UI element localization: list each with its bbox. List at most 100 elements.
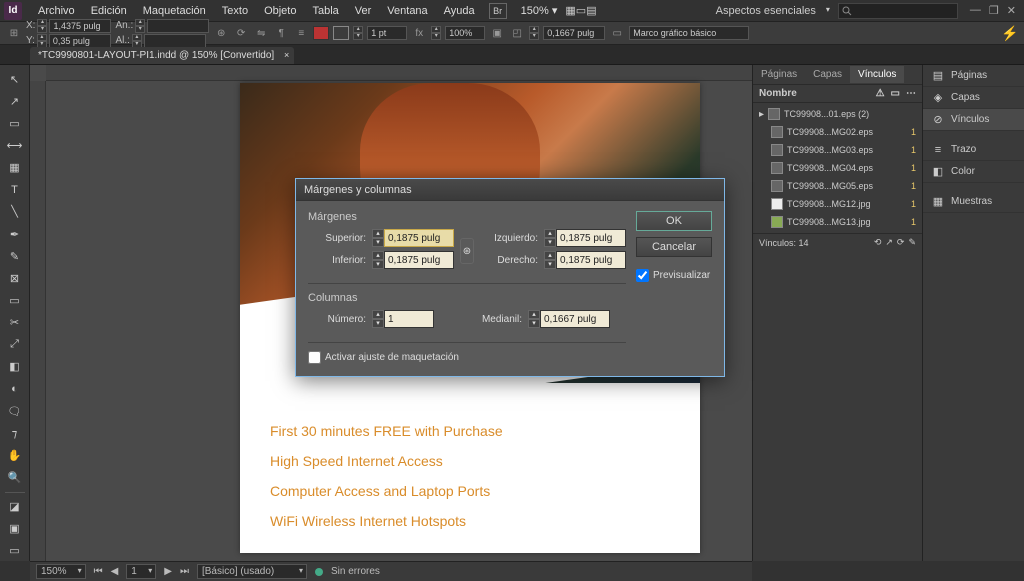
link-row[interactable]: TC99908...MG04.eps1 — [753, 159, 922, 177]
maximize-icon[interactable]: ❐ — [989, 4, 999, 17]
stroke-weight-field[interactable]: 1 pt — [367, 26, 407, 40]
fx-icon[interactable]: fx — [411, 25, 427, 41]
link-row[interactable]: TC99908...MG05.eps1 — [753, 177, 922, 195]
direct-selection-tool-icon[interactable]: ↗ — [3, 91, 27, 111]
page-tool-icon[interactable]: ▭ — [3, 113, 27, 133]
link-row[interactable]: ▸TC99908...01.eps (2) — [753, 105, 922, 123]
document-tab[interactable]: *TC9990801-LAYOUT-PI1.indd @ 150% [Conve… — [30, 47, 294, 64]
gradient-feather-tool-icon[interactable]: ◐ — [3, 379, 27, 399]
rotate-icon[interactable]: ⟳ — [233, 25, 249, 41]
top-margin-field[interactable]: 0,1875 pulg — [384, 229, 454, 247]
menu-ver[interactable]: Ver — [347, 1, 380, 21]
panel-capas[interactable]: ◈Capas — [923, 87, 1024, 109]
minimize-icon[interactable]: — — [970, 4, 981, 17]
search-input[interactable] — [838, 3, 958, 19]
note-tool-icon[interactable]: 🗨 — [3, 401, 27, 421]
gutter-field[interactable]: 0,1667 pulg — [540, 310, 610, 328]
panel-paginas[interactable]: ▤Páginas — [923, 65, 1024, 87]
panel-muestras[interactable]: ▦Muestras — [923, 191, 1024, 213]
number-field[interactable]: 1 — [384, 310, 434, 328]
pen-tool-icon[interactable]: ✒ — [3, 224, 27, 244]
h-field[interactable] — [144, 34, 206, 48]
align-icon[interactable]: ≡ — [293, 25, 309, 41]
relink-icon[interactable]: ⟲ — [874, 237, 882, 248]
panel-tab-capas[interactable]: Capas — [805, 66, 850, 83]
close-tab-icon[interactable]: × — [284, 50, 289, 60]
next-page-icon[interactable]: ▶ — [164, 566, 172, 577]
gradient-swatch-tool-icon[interactable]: ◧ — [3, 357, 27, 377]
flip-h-icon[interactable]: ⇋ — [253, 25, 269, 41]
corner-radius-field[interactable]: 0,1667 pulg — [543, 26, 605, 40]
rectangle-tool-icon[interactable]: ▭ — [3, 290, 27, 310]
panel-color[interactable]: ◧Color — [923, 161, 1024, 183]
menu-ayuda[interactable]: Ayuda — [436, 1, 483, 21]
panel-tab-paginas[interactable]: Páginas — [753, 66, 805, 83]
menu-objeto[interactable]: Objeto — [256, 1, 304, 21]
view-mode-icon[interactable]: ▦ — [565, 4, 575, 17]
pencil-tool-icon[interactable]: ✎ — [3, 246, 27, 266]
close-icon[interactable]: ✕ — [1007, 4, 1016, 17]
line-tool-icon[interactable]: ╲ — [3, 202, 27, 222]
gap-tool-icon[interactable]: ⟷ — [3, 135, 27, 155]
panel-tab-vinculos[interactable]: Vínculos — [850, 66, 904, 83]
content-collector-tool-icon[interactable]: ▦ — [3, 158, 27, 178]
status-style[interactable]: [Básico] (usado) — [197, 564, 307, 579]
bottom-margin-field[interactable]: 0,1875 pulg — [384, 251, 454, 269]
menu-ventana[interactable]: Ventana — [379, 1, 435, 21]
corner-icon[interactable]: ◰ — [509, 25, 525, 41]
quick-apply-icon[interactable]: ⚡ — [1002, 25, 1018, 41]
menu-tabla[interactable]: Tabla — [304, 1, 346, 21]
w-field[interactable] — [147, 19, 209, 33]
last-page-icon[interactable]: ⏭ — [180, 566, 189, 577]
menu-archivo[interactable]: Archivo — [30, 1, 83, 21]
update-link-icon[interactable]: ⟳ — [897, 237, 905, 248]
edit-original-icon[interactable]: ✎ — [908, 237, 916, 248]
first-page-icon[interactable]: ⏮ — [94, 566, 103, 577]
panel-vinculos[interactable]: ⊘Vínculos — [923, 109, 1024, 131]
arrange-icon[interactable]: ▤ — [586, 4, 596, 17]
link-row[interactable]: TC99908...MG03.eps1 — [753, 141, 922, 159]
type-tool-icon[interactable]: T — [3, 180, 27, 200]
reference-point-icon[interactable]: ⊞ — [6, 25, 22, 41]
fill-swatch-icon[interactable] — [313, 26, 329, 40]
x-up[interactable]: ▴ — [37, 19, 47, 26]
workspace-switcher[interactable]: Aspectos esenciales — [710, 3, 832, 19]
stroke-swatch-icon[interactable] — [333, 26, 349, 40]
preview-checkbox[interactable]: Previsualizar — [636, 269, 712, 282]
frame-fit-icon[interactable]: ▭ — [609, 25, 625, 41]
screen-mode-icon[interactable]: ▭ — [576, 4, 586, 17]
wrap-icon[interactable]: ▣ — [489, 25, 505, 41]
eyedropper-tool-icon[interactable]: ⁊ — [3, 423, 27, 443]
hand-tool-icon[interactable]: ✋ — [3, 445, 27, 465]
constrain-icon[interactable]: ⊛ — [213, 25, 229, 41]
x-down[interactable]: ▾ — [37, 26, 47, 33]
ok-button[interactable]: OK — [636, 211, 712, 231]
prev-page-icon[interactable]: ◀ — [111, 566, 119, 577]
link-margins-icon[interactable]: ⊛ — [460, 238, 474, 264]
zoom-tool-icon[interactable]: 🔍 — [3, 468, 27, 488]
apply-color-icon[interactable]: ▣ — [3, 519, 27, 539]
selection-tool-icon[interactable]: ↖ — [3, 69, 27, 89]
view-mode-normal-icon[interactable]: ▭ — [3, 541, 27, 561]
link-row[interactable]: TC99908...MG02.eps1 — [753, 123, 922, 141]
bridge-icon[interactable]: Br — [489, 3, 507, 19]
cancel-button[interactable]: Cancelar — [636, 237, 712, 257]
menu-maquetacion[interactable]: Maquetación — [135, 1, 214, 21]
opacity-field[interactable]: 100% — [445, 26, 485, 40]
link-row[interactable]: TC99908...MG13.jpg1 — [753, 213, 922, 231]
enable-layout-adjust-checkbox[interactable]: Activar ajuste de maquetación — [308, 351, 626, 364]
links-header[interactable]: Nombre ⚠▭⋯ — [753, 85, 922, 103]
right-margin-field[interactable]: 0,1875 pulg — [556, 251, 626, 269]
menu-edicion[interactable]: Edición — [83, 1, 135, 21]
fill-stroke-icon[interactable]: ◪ — [3, 497, 27, 517]
goto-link-icon[interactable]: ↗ — [885, 237, 893, 248]
link-row[interactable]: TC99908...MG12.jpg1 — [753, 195, 922, 213]
panel-trazo[interactable]: ≡Trazo — [923, 139, 1024, 161]
y-field[interactable]: 0,35 pulg — [49, 34, 111, 48]
zoom-display[interactable]: 150% ▾ — [521, 4, 558, 17]
x-field[interactable]: 1,4375 pulg — [49, 19, 111, 33]
object-style-field[interactable]: Marco gráfico básico — [629, 26, 749, 40]
rectangle-frame-tool-icon[interactable]: ⊠ — [3, 268, 27, 288]
status-page[interactable]: 1 — [126, 564, 156, 579]
menu-texto[interactable]: Texto — [214, 1, 256, 21]
